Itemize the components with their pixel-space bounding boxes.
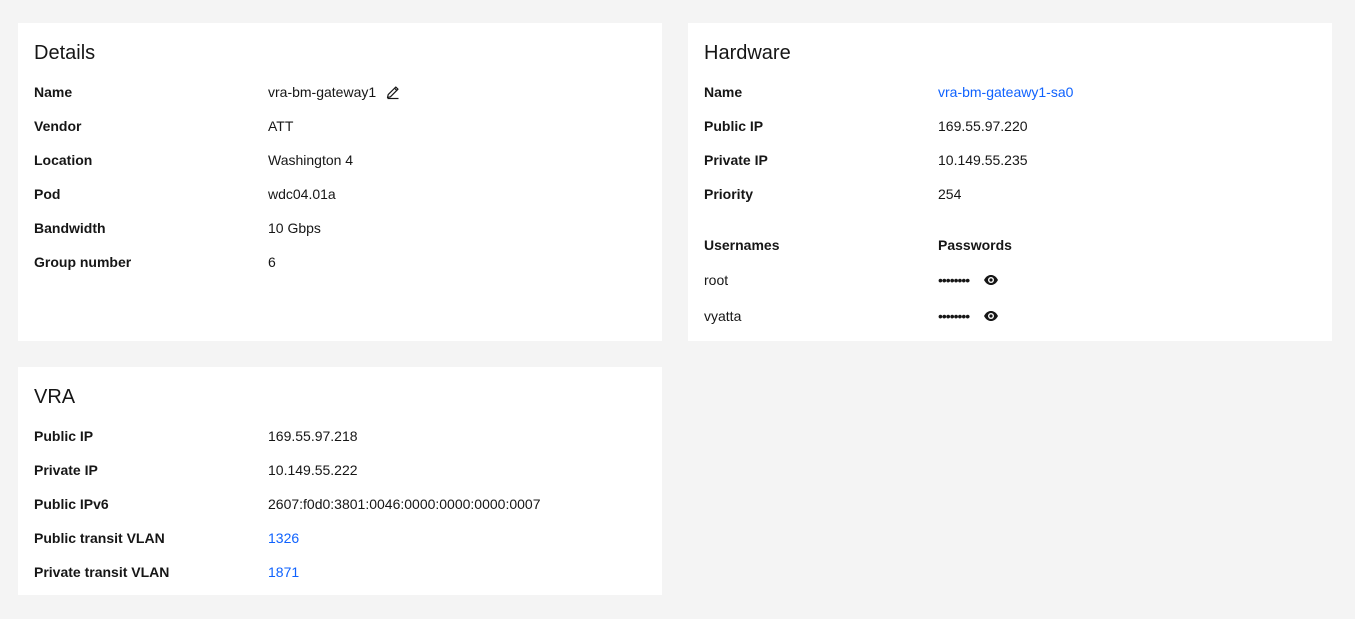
vra-title: VRA: [34, 386, 76, 408]
details-label-vendor: Vendor: [34, 118, 82, 134]
hardware-value-priority: 254: [938, 186, 962, 202]
details-row-pod: Pod wdc04.01a: [34, 177, 646, 211]
details-value-vendor: ATT: [268, 118, 294, 134]
vra-row-private-ip: Private IP 10.149.55.222: [34, 453, 646, 487]
passwords-header: Passwords: [938, 237, 1012, 253]
details-label-name: Name: [34, 84, 73, 100]
vra-label-public-ipv6: Public IPv6: [34, 496, 109, 512]
gateway-name-text: vra-bm-gateway1: [268, 84, 377, 100]
details-value-name: vra-bm-gateway1: [268, 84, 401, 100]
public-transit-vlan-link[interactable]: 1326: [268, 530, 299, 546]
credential-row-vyatta: vyatta ••••••••: [704, 298, 1316, 334]
hardware-row-private-ip: Private IP 10.149.55.235: [704, 143, 1316, 177]
vra-card: VRA Public IP 169.55.97.218 Private IP 1…: [18, 367, 662, 595]
hardware-value-public-ip: 169.55.97.220: [938, 118, 1028, 134]
details-title: Details: [34, 42, 96, 64]
private-transit-vlan-link[interactable]: 1871: [268, 564, 299, 580]
vra-label-private-transit-vlan: Private transit VLAN: [34, 564, 170, 580]
hardware-row-public-ip: Public IP 169.55.97.220: [704, 109, 1316, 143]
vra-value-public-ipv6: 2607:f0d0:3801:0046:0000:0000:0000:0007: [268, 496, 541, 512]
details-value-group-number: 6: [268, 254, 276, 270]
username-root: root: [704, 272, 729, 288]
details-label-location: Location: [34, 152, 93, 168]
credential-row-root: root ••••••••: [704, 262, 1316, 298]
details-row-group-number: Group number 6: [34, 245, 646, 279]
hardware-row-name: Name vra-bm-gateawy1-sa0: [704, 75, 1316, 109]
vra-row-public-ipv6: Public IPv6 2607:f0d0:3801:0046:0000:000…: [34, 487, 646, 521]
hardware-label-priority: Priority: [704, 186, 754, 202]
vra-row-private-transit-vlan: Private transit VLAN 1871: [34, 555, 646, 589]
password-vyatta: ••••••••: [938, 308, 999, 324]
vra-row-public-ip: Public IP 169.55.97.218: [34, 419, 646, 453]
eye-icon[interactable]: [983, 272, 999, 288]
details-value-pod: wdc04.01a: [268, 186, 336, 202]
details-card: Details Name vra-bm-gateway1 Vendor ATT …: [18, 23, 662, 341]
vra-row-public-transit-vlan: Public transit VLAN 1326: [34, 521, 646, 555]
vra-label-public-ip: Public IP: [34, 428, 94, 444]
eye-icon[interactable]: [983, 308, 999, 324]
password-mask: ••••••••: [938, 308, 970, 324]
vra-label-private-ip: Private IP: [34, 462, 98, 478]
hardware-label-name: Name: [704, 84, 743, 100]
hardware-label-public-ip: Public IP: [704, 118, 764, 134]
vra-value-public-ip: 169.55.97.218: [268, 428, 358, 444]
details-row-bandwidth: Bandwidth 10 Gbps: [34, 211, 646, 245]
vra-value-private-ip: 10.149.55.222: [268, 462, 358, 478]
usernames-header: Usernames: [704, 237, 780, 253]
vra-label-public-transit-vlan: Public transit VLAN: [34, 530, 165, 546]
details-label-bandwidth: Bandwidth: [34, 220, 106, 236]
hardware-row-priority: Priority 254: [704, 177, 1316, 211]
details-row-location: Location Washington 4: [34, 143, 646, 177]
details-value-location: Washington 4: [268, 152, 354, 168]
hardware-name-link[interactable]: vra-bm-gateawy1-sa0: [938, 84, 1073, 100]
details-value-bandwidth: 10 Gbps: [268, 220, 321, 236]
hardware-title: Hardware: [704, 42, 791, 64]
password-mask: ••••••••: [938, 272, 970, 288]
hardware-label-private-ip: Private IP: [704, 152, 768, 168]
hardware-card: Hardware Name vra-bm-gateawy1-sa0 Public…: [688, 23, 1332, 341]
credentials-header: Usernames Passwords: [704, 228, 1316, 262]
details-row-name: Name vra-bm-gateway1: [34, 75, 646, 109]
details-label-pod: Pod: [34, 186, 61, 202]
username-vyatta: vyatta: [704, 308, 742, 324]
hardware-value-private-ip: 10.149.55.235: [938, 152, 1028, 168]
pencil-icon[interactable]: [385, 84, 401, 100]
password-root: ••••••••: [938, 272, 999, 288]
details-row-vendor: Vendor ATT: [34, 109, 646, 143]
details-label-group-number: Group number: [34, 254, 132, 270]
